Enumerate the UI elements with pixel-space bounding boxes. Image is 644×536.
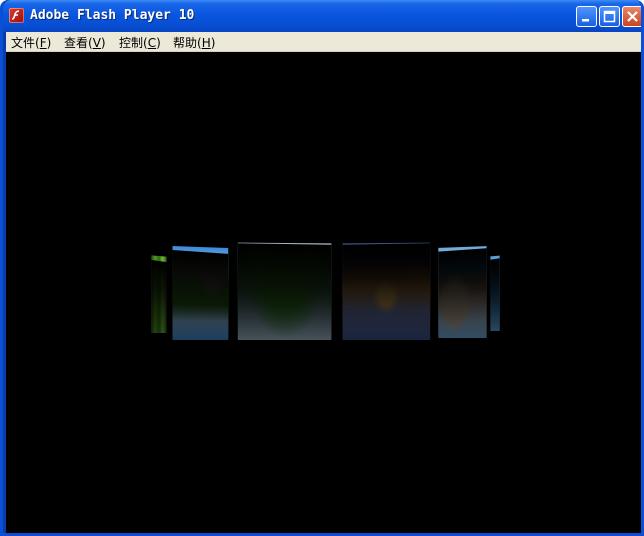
close-icon [627,11,638,22]
menu-help-label: 帮助 [173,36,198,50]
flash-app-icon[interactable] [9,8,24,23]
menu-file[interactable]: 文件(F) [11,34,51,51]
reflection-river [172,249,229,340]
menu-file-label: 文件 [11,36,36,50]
menu-file-accel: F [39,36,47,50]
menu-help[interactable]: 帮助(H) [173,34,215,51]
window-title: Adobe Flash Player 10 [30,8,195,23]
menu-view[interactable]: 查看(V) [64,34,106,51]
flash-player-window: Adobe Flash Player 10 文件(F) 查看(V) 控制(C) … [0,0,644,536]
flash-stage[interactable] [6,52,641,533]
reflection-ocean [490,258,500,331]
reflection-mountains [237,243,332,340]
menu-control-accel: C [147,36,157,50]
menu-control-label: 控制 [119,36,144,50]
minimize-icon [582,19,589,22]
menu-control[interactable]: 控制(C) [119,34,161,51]
menu-bar: 文件(F) 查看(V) 控制(C) 帮助(H) [6,32,641,52]
maximize-button[interactable] [599,6,620,27]
menu-help-accel: H [201,36,211,50]
title-bar[interactable]: Adobe Flash Player 10 [3,0,641,32]
reflection-bamboo [151,259,167,333]
minimize-button[interactable] [576,6,597,27]
reflection-city-bridge [342,243,431,340]
close-button[interactable] [622,6,641,27]
reflection-sea-arch [438,248,487,338]
maximize-icon [603,10,616,23]
menu-view-label: 查看 [64,36,89,50]
menu-view-accel: V [92,36,101,50]
